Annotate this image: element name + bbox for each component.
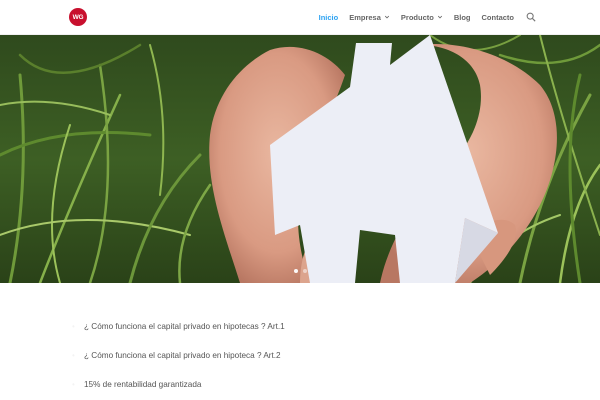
article-link[interactable]: ¿ Cómo funciona el capital privado en hi… — [84, 322, 285, 331]
slider-dot-2[interactable] — [302, 269, 307, 273]
nav-label: Producto — [400, 12, 434, 22]
slider-pagination — [0, 269, 600, 273]
nav-item-blog[interactable]: Blog — [454, 13, 471, 22]
nav-label: Blog — [453, 12, 471, 22]
site-header: WG Inicio Empresa Producto Blog Contacto — [0, 0, 600, 34]
hero-slider[interactable] — [0, 35, 600, 283]
search-icon[interactable] — [526, 12, 536, 22]
nav-item-empresa[interactable]: Empresa — [349, 13, 390, 22]
bullet-icon: • — [72, 322, 75, 331]
logo-text: WG — [72, 13, 84, 21]
chevron-down-icon — [384, 15, 390, 19]
nav-label: Contacto — [481, 12, 515, 22]
article-item[interactable]: • ¿ Cómo funciona el capital privado en … — [72, 341, 532, 370]
hero-image — [0, 35, 600, 283]
article-list: • ¿ Cómo funciona el capital privado en … — [72, 312, 532, 399]
slider-dot-1[interactable] — [293, 269, 298, 273]
nav-item-contacto[interactable]: Contacto — [482, 13, 515, 22]
nav-label: Empresa — [349, 12, 381, 22]
chevron-down-icon — [437, 15, 442, 19]
bullet-icon: • — [72, 380, 75, 389]
nav-item-inicio[interactable]: Inicio — [319, 13, 339, 22]
nav-label: Inicio — [318, 12, 339, 22]
article-item[interactable]: • ¿ Cómo funciona el capital privado en … — [72, 312, 532, 341]
article-item[interactable]: • 15% de rentabilidad garantizada — [72, 370, 532, 399]
logo[interactable]: WG — [69, 8, 87, 26]
bullet-icon: • — [72, 351, 75, 360]
nav-item-producto[interactable]: Producto — [401, 13, 443, 22]
main-nav: Inicio Empresa Producto Blog Contacto — [308, 0, 536, 34]
article-link[interactable]: 15% de rentabilidad garantizada — [84, 380, 201, 389]
article-link[interactable]: ¿ Cómo funciona el capital privado en hi… — [84, 351, 281, 360]
